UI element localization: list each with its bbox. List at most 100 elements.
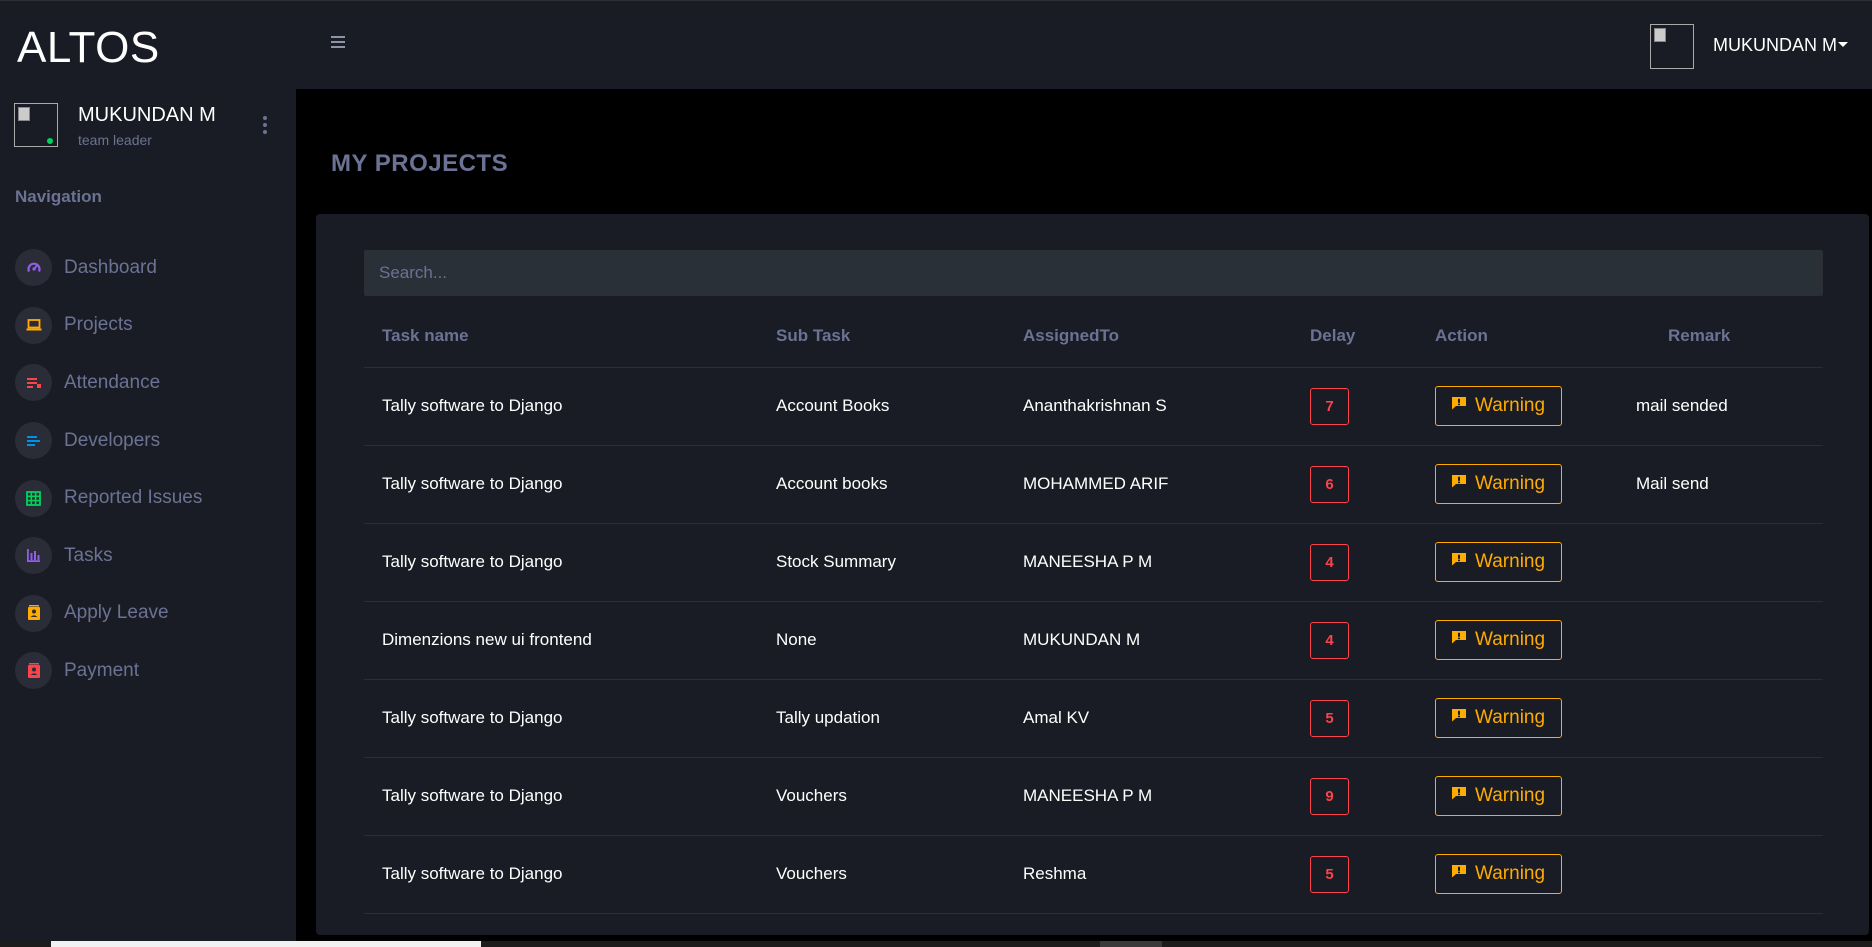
horizontal-scrollbar[interactable] xyxy=(0,941,1872,947)
projects-card: Task name Sub Task AssignedTo Delay Acti… xyxy=(316,214,1869,935)
more-vertical-icon[interactable] xyxy=(257,113,273,137)
table-row: Tally software to Django Vouchers Reshma 5 W… xyxy=(364,835,1823,914)
cell-remark xyxy=(1632,835,1823,914)
table-row: Tally software to Django Account books MOH… xyxy=(364,445,1823,524)
warning-button-label: Warning xyxy=(1475,629,1546,650)
cell-action: Warning xyxy=(1417,445,1632,524)
cell-assigned-to: MANEESHA P M xyxy=(1005,757,1292,836)
warning-button-label: Warning xyxy=(1475,863,1546,884)
alert-comment-icon xyxy=(1452,631,1466,644)
table-row: Dimenzions new ui frontend None MUKUNDAN M… xyxy=(364,601,1823,680)
alert-comment-icon xyxy=(1452,397,1466,410)
cell-remark xyxy=(1632,601,1823,680)
projects-table: Task name Sub Task AssignedTo Delay Acti… xyxy=(364,306,1823,914)
menu-icon[interactable] xyxy=(331,36,345,48)
cell-delay: 7 xyxy=(1292,367,1417,446)
contacts-icon xyxy=(15,652,52,690)
list-icon xyxy=(15,422,52,460)
cell-task-name: Tally software to Django xyxy=(364,679,758,758)
cell-remark xyxy=(1632,679,1823,758)
online-status-dot xyxy=(45,136,55,146)
sidebar-item-projects[interactable]: Projects xyxy=(15,297,285,355)
search-input[interactable] xyxy=(364,250,1823,296)
cell-action: Warning xyxy=(1417,835,1632,914)
sidebar-profile: MUKUNDAN M team leader xyxy=(14,103,284,153)
scrollbar-segment xyxy=(1100,941,1162,947)
cell-task-name: Dimenzions new ui frontend xyxy=(364,601,758,680)
cell-task-name: Tally software to Django xyxy=(364,367,758,446)
scrollbar-thumb[interactable] xyxy=(51,941,481,947)
caret-down-icon[interactable] xyxy=(1838,42,1848,47)
sidebar-item-developers[interactable]: Developers xyxy=(15,412,285,470)
cell-task-name: Tally software to Django xyxy=(364,445,758,524)
table-body: Tally software to Django Account Books Ana… xyxy=(364,367,1823,914)
warning-button[interactable]: Warning xyxy=(1435,542,1563,582)
avatar[interactable] xyxy=(1650,24,1694,69)
contacts-icon xyxy=(15,594,52,632)
sidebar-item-label: Tasks xyxy=(64,544,113,566)
cell-task-name: Tally software to Django xyxy=(364,835,758,914)
brand-logo[interactable]: ALTOS xyxy=(17,23,160,73)
cell-sub-task: None xyxy=(758,601,1005,680)
warning-button-label: Warning xyxy=(1475,707,1546,728)
warning-button-label: Warning xyxy=(1475,395,1546,416)
cell-assigned-to: MANEESHA P M xyxy=(1005,523,1292,602)
cell-sub-task: Stock Summary xyxy=(758,523,1005,602)
chart-bar-icon xyxy=(15,537,52,575)
sidebar-item-tasks[interactable]: Tasks xyxy=(15,527,285,585)
sidebar-item-apply-leave[interactable]: Apply Leave xyxy=(15,585,285,643)
delay-badge: 4 xyxy=(1310,621,1349,659)
sidebar-item-attendance[interactable]: Attendance xyxy=(15,354,285,412)
sidebar-item-dashboard[interactable]: Dashboard xyxy=(15,239,285,297)
sidebar-item-label: Apply Leave xyxy=(64,602,169,624)
profile-role: team leader xyxy=(78,132,152,148)
sidebar-item-label: Attendance xyxy=(64,371,161,393)
nav-list: Dashboard Projects Attendance Developers… xyxy=(15,239,285,700)
cell-assigned-to: Reshma xyxy=(1005,835,1292,914)
table-icon xyxy=(15,479,52,517)
alert-comment-icon xyxy=(1452,787,1466,800)
speedometer-icon xyxy=(15,249,52,287)
warning-button-label: Warning xyxy=(1475,473,1546,494)
cell-sub-task: Tally updation xyxy=(758,679,1005,758)
cell-assigned-to: MUKUNDAN M xyxy=(1005,601,1292,680)
column-header-action: Action xyxy=(1417,306,1632,368)
sidebar-item-reported-issues[interactable]: Reported Issues xyxy=(15,469,285,527)
laptop-icon xyxy=(15,306,52,344)
cell-action: Warning xyxy=(1417,757,1632,836)
table-row: Tally software to Django Vouchers MANEESHA… xyxy=(364,757,1823,836)
warning-button[interactable]: Warning xyxy=(1435,464,1563,504)
delay-badge: 4 xyxy=(1310,543,1349,581)
cell-remark xyxy=(1632,523,1823,602)
alert-comment-icon xyxy=(1452,709,1466,722)
delay-badge: 9 xyxy=(1310,777,1349,815)
sidebar-item-payment[interactable]: Payment xyxy=(15,642,285,700)
cell-sub-task: Vouchers xyxy=(758,835,1005,914)
user-menu-name[interactable]: MUKUNDAN M xyxy=(1713,35,1837,56)
delay-badge: 7 xyxy=(1310,387,1349,425)
sidebar-item-label: Projects xyxy=(64,314,133,336)
cell-delay: 6 xyxy=(1292,445,1417,524)
sidebar: ALTOS MUKUNDAN M team leader Navigation … xyxy=(0,0,296,947)
warning-button[interactable]: Warning xyxy=(1435,698,1563,738)
column-header-remark: Remark xyxy=(1632,306,1823,368)
cell-delay: 4 xyxy=(1292,523,1417,602)
cell-sub-task: Vouchers xyxy=(758,757,1005,836)
table-row: Tally software to Django Stock Summary MAN… xyxy=(364,523,1823,602)
cell-sub-task: Account Books xyxy=(758,367,1005,446)
warning-button[interactable]: Warning xyxy=(1435,854,1563,894)
sidebar-item-label: Dashboard xyxy=(64,256,157,278)
column-header-sub-task: Sub Task xyxy=(758,306,1005,368)
cell-assigned-to: Amal KV xyxy=(1005,679,1292,758)
profile-name: MUKUNDAN M xyxy=(78,104,216,126)
table-row: Tally software to Django Tally updation Am… xyxy=(364,679,1823,758)
cell-remark xyxy=(1632,757,1823,836)
cell-task-name: Tally software to Django xyxy=(364,757,758,836)
sidebar-item-label: Payment xyxy=(64,659,139,681)
cell-delay: 5 xyxy=(1292,679,1417,758)
warning-button[interactable]: Warning xyxy=(1435,386,1563,426)
cell-action: Warning xyxy=(1417,367,1632,446)
table-row: Tally software to Django Account Books Ana… xyxy=(364,367,1823,446)
warning-button[interactable]: Warning xyxy=(1435,620,1563,660)
warning-button[interactable]: Warning xyxy=(1435,776,1563,816)
